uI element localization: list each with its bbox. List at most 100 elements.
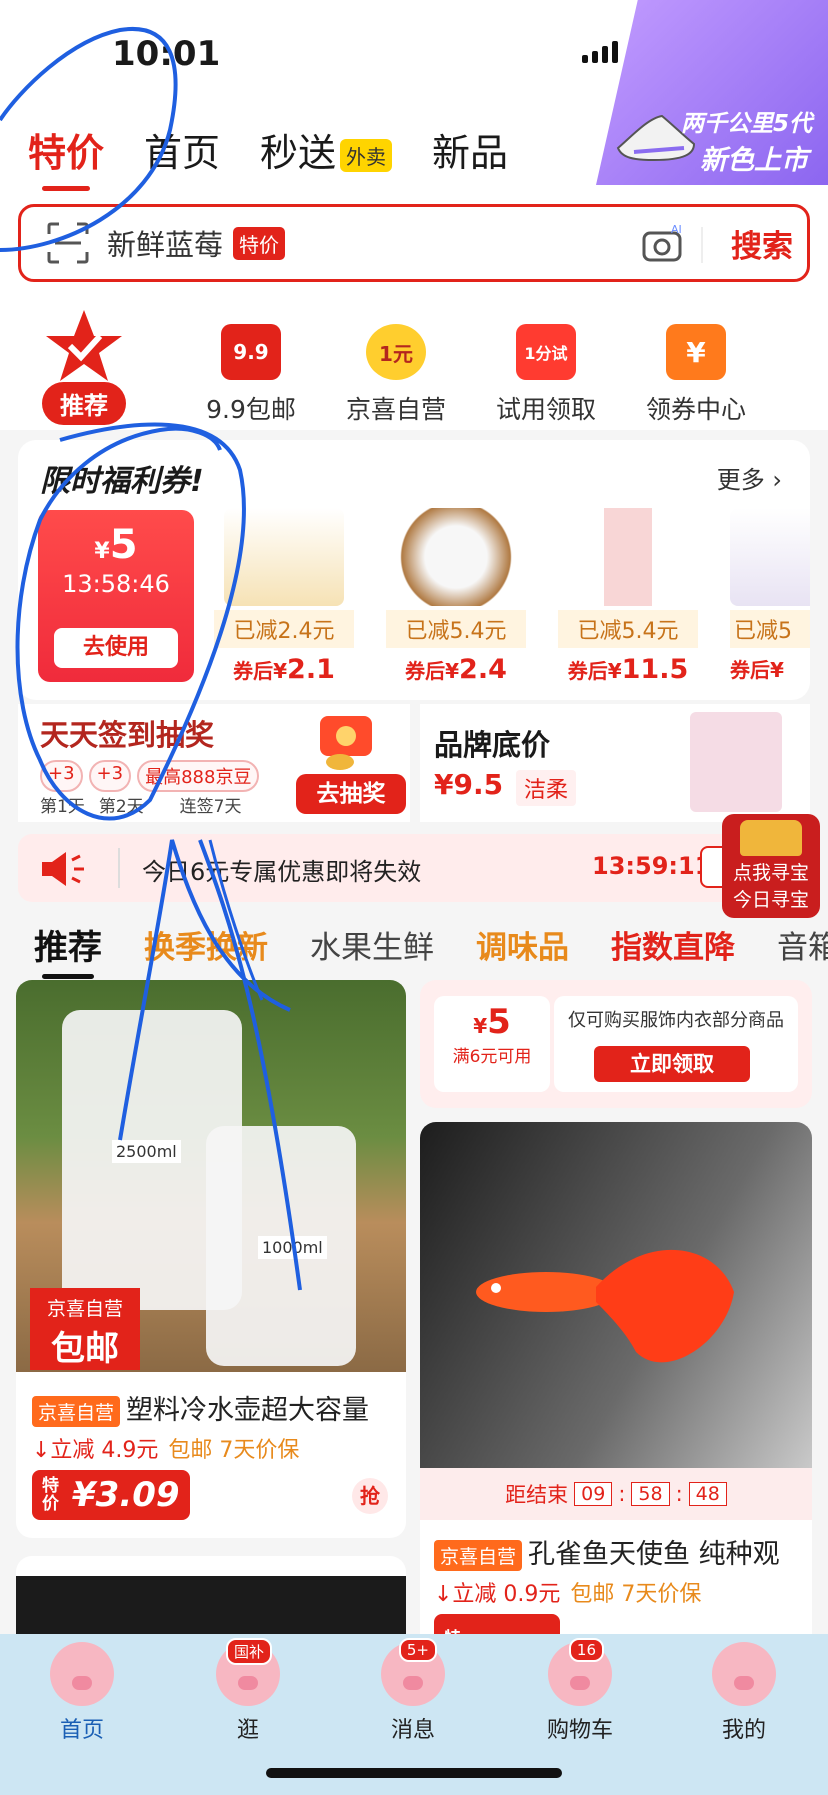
- one-yuan-icon: 1元: [366, 324, 426, 380]
- deal-item[interactable]: 已减5.4元 券后¥11.5: [558, 508, 698, 685]
- category-row: 推荐 9.9 9.9包邮 1元 京喜自营 1分试 试用领取 ¥ 领券中心: [0, 300, 828, 430]
- jingxi-tag: 京喜自营: [32, 1396, 121, 1427]
- product-image: [420, 1122, 812, 1468]
- deal-item[interactable]: 已减2.4元 券后¥2.1: [214, 508, 354, 685]
- deal-after-prefix: 券后¥: [405, 659, 460, 683]
- product-image: [690, 712, 782, 812]
- scan-icon[interactable]: [47, 222, 89, 264]
- countdown-seconds: 48: [688, 1482, 727, 1506]
- speaker-icon: [42, 852, 84, 886]
- jug-label: 1000ml: [258, 1236, 327, 1259]
- tab-miaosong-label: 秒送: [260, 131, 337, 175]
- search-bar[interactable]: 新鲜蓝莓 特价 AI 搜索: [18, 204, 810, 282]
- svg-text:AI: AI: [671, 223, 682, 236]
- gift-icon: [320, 716, 372, 770]
- signin-lottery[interactable]: 天天签到抽奖 +3 +3 最高888京豆 第1天 第2天 连签7天 去抽奖: [18, 704, 410, 822]
- category-recommend[interactable]: 推荐: [26, 308, 142, 431]
- treasure-chest-icon: [740, 820, 802, 856]
- notice-bar[interactable]: 今日6元专属优惠即将失效 13:59:11: [18, 834, 810, 902]
- day-label: 连签7天: [179, 797, 242, 817]
- deal-after-prefix: 券后¥: [567, 659, 622, 683]
- category-jingxi[interactable]: 1元 京喜自营: [331, 324, 461, 426]
- search-input[interactable]: 新鲜蓝莓: [107, 222, 223, 264]
- brand-price: ¥9.5: [434, 768, 504, 801]
- feed-tab-season[interactable]: 换季换新: [144, 922, 268, 967]
- gift-bag-icon: 1分试: [516, 324, 576, 380]
- flash-coupon[interactable]: ¥5 13:58:46 去使用: [38, 510, 194, 682]
- badge-top: 京喜自营: [46, 1298, 123, 1320]
- nav-browse[interactable]: 国补 逛: [193, 1638, 303, 1744]
- apparel-coupon[interactable]: ¥5 满6元可用 仅可购买服饰内衣部分商品 立即领取: [420, 980, 812, 1108]
- treasure-hunt-button[interactable]: 点我寻宝 今日寻宝: [722, 814, 820, 918]
- nav-cart[interactable]: 16 购物车: [525, 1638, 635, 1744]
- search-button[interactable]: 搜索: [731, 221, 793, 266]
- notice-message: 今日6元专属优惠即将失效: [142, 858, 422, 886]
- tab-home[interactable]: 首页: [144, 122, 220, 177]
- claim-coupon-button[interactable]: 立即领取: [594, 1046, 750, 1082]
- tab-miaosong[interactable]: 秒送 外卖: [260, 122, 393, 177]
- promo-line1: 两千公里5代: [680, 111, 812, 137]
- product-image: [730, 508, 810, 606]
- deal-reduce: 已减5.4元: [558, 610, 698, 648]
- tab-tejia[interactable]: 特价: [28, 122, 104, 191]
- notice-divider: [118, 848, 120, 888]
- coupon-desc: 仅可购买服饰内衣部分商品: [568, 1010, 784, 1031]
- category-trial[interactable]: 1分试 试用领取: [481, 324, 611, 426]
- deal-reduce: 已减5: [730, 610, 810, 648]
- product-image: [224, 508, 344, 606]
- pig-mascot-icon: 国补: [216, 1638, 280, 1706]
- bean-reward-max: 最高888京豆: [137, 760, 260, 792]
- promo-banner[interactable]: 两千公里5代 新色上市: [596, 0, 828, 185]
- product-subline: ↓立减 0.9元 包邮 7天价保: [434, 1576, 701, 1608]
- top-tabs: 特价 首页 秒送 外卖 新品: [28, 122, 508, 191]
- category-coupons[interactable]: ¥ 领券中心: [631, 324, 761, 426]
- guppy-fish-image: [476, 1249, 734, 1363]
- brand-title: 品牌底价: [434, 728, 551, 762]
- deal-after-prefix: 券后¥: [233, 659, 288, 683]
- product-extra: 包邮 7天价保: [570, 1582, 702, 1607]
- nav-label: 逛: [236, 1718, 259, 1743]
- deal-after-price: 11.5: [621, 654, 689, 685]
- badge-bottom: 包邮: [51, 1329, 119, 1369]
- category-99[interactable]: 9.9 9.9包邮: [186, 324, 316, 426]
- grab-button[interactable]: 抢: [352, 1478, 388, 1514]
- notice-timer: 13:59:11: [592, 852, 712, 880]
- product-title-text: 孔雀鱼天使鱼 纯种观: [528, 1539, 780, 1570]
- pig-mascot-icon: 5+: [381, 1638, 445, 1706]
- use-coupon-button[interactable]: 去使用: [54, 628, 178, 668]
- category-label: 试用领取: [495, 395, 596, 424]
- search-tag: 特价: [233, 226, 286, 260]
- feed-tab-recommend[interactable]: 推荐: [34, 920, 102, 979]
- nav-label: 我的: [721, 1718, 766, 1743]
- coupon-timer: 13:58:46: [62, 570, 170, 598]
- nav-badge: 5+: [398, 1638, 437, 1662]
- price-tag: 特价 ¥3.09: [32, 1470, 190, 1520]
- product-subline: ↓立减 4.9元 包邮 7天价保: [32, 1432, 299, 1464]
- price-side-label: 特价: [42, 1476, 59, 1514]
- nav-messages[interactable]: 5+ 消息: [358, 1638, 468, 1744]
- top-header: 10:01 27 两千公里5代 新色上市 特价 首页 秒送外卖 新品 新鲜蓝莓 …: [0, 0, 828, 300]
- nav-me[interactable]: 我的: [689, 1642, 799, 1744]
- lottery-button[interactable]: 去抽奖: [296, 774, 406, 814]
- product-title: 京喜自营 孔雀鱼天使鱼 纯种观: [434, 1532, 780, 1571]
- more-link[interactable]: 更多 ›: [717, 460, 782, 495]
- countdown-hours: 09: [574, 1482, 613, 1506]
- product-card[interactable]: 2500ml 1000ml 京喜自营 包邮 京喜自营 塑料冷水壶超大容量 ↓立减 …: [16, 980, 406, 1538]
- coupon-center-icon: ¥: [666, 324, 726, 380]
- feed-tab-fruit[interactable]: 水果生鲜: [310, 922, 434, 967]
- signin-days: 第1天 第2天 连签7天: [40, 792, 241, 817]
- tab-new[interactable]: 新品: [432, 122, 508, 177]
- feed-tab-index-drop[interactable]: 指数直降: [611, 922, 735, 967]
- product-card[interactable]: 距结束 09: 58: 48 京喜自营 孔雀鱼天使鱼 纯种观 ↓立减 0.9元 包邮…: [420, 1122, 812, 1682]
- deal-item[interactable]: 已减5.4元 券后¥2.4: [386, 508, 526, 685]
- camera-icon[interactable]: AI: [641, 223, 687, 263]
- deal-reduce: 已减2.4元: [214, 610, 354, 648]
- brand-floor-price[interactable]: 品牌底价 ¥9.5 洁柔: [420, 704, 810, 822]
- nav-home[interactable]: 首页: [27, 1642, 137, 1744]
- feed-tab-seasoning[interactable]: 调味品: [476, 922, 569, 967]
- countdown-minutes: 58: [631, 1482, 670, 1506]
- feed-tab-speaker[interactable]: 音箱: [777, 922, 828, 967]
- coupon-currency: ¥: [473, 1014, 488, 1038]
- status-time: 10:01: [112, 34, 221, 74]
- deal-item[interactable]: 已减5 券后¥: [730, 508, 810, 683]
